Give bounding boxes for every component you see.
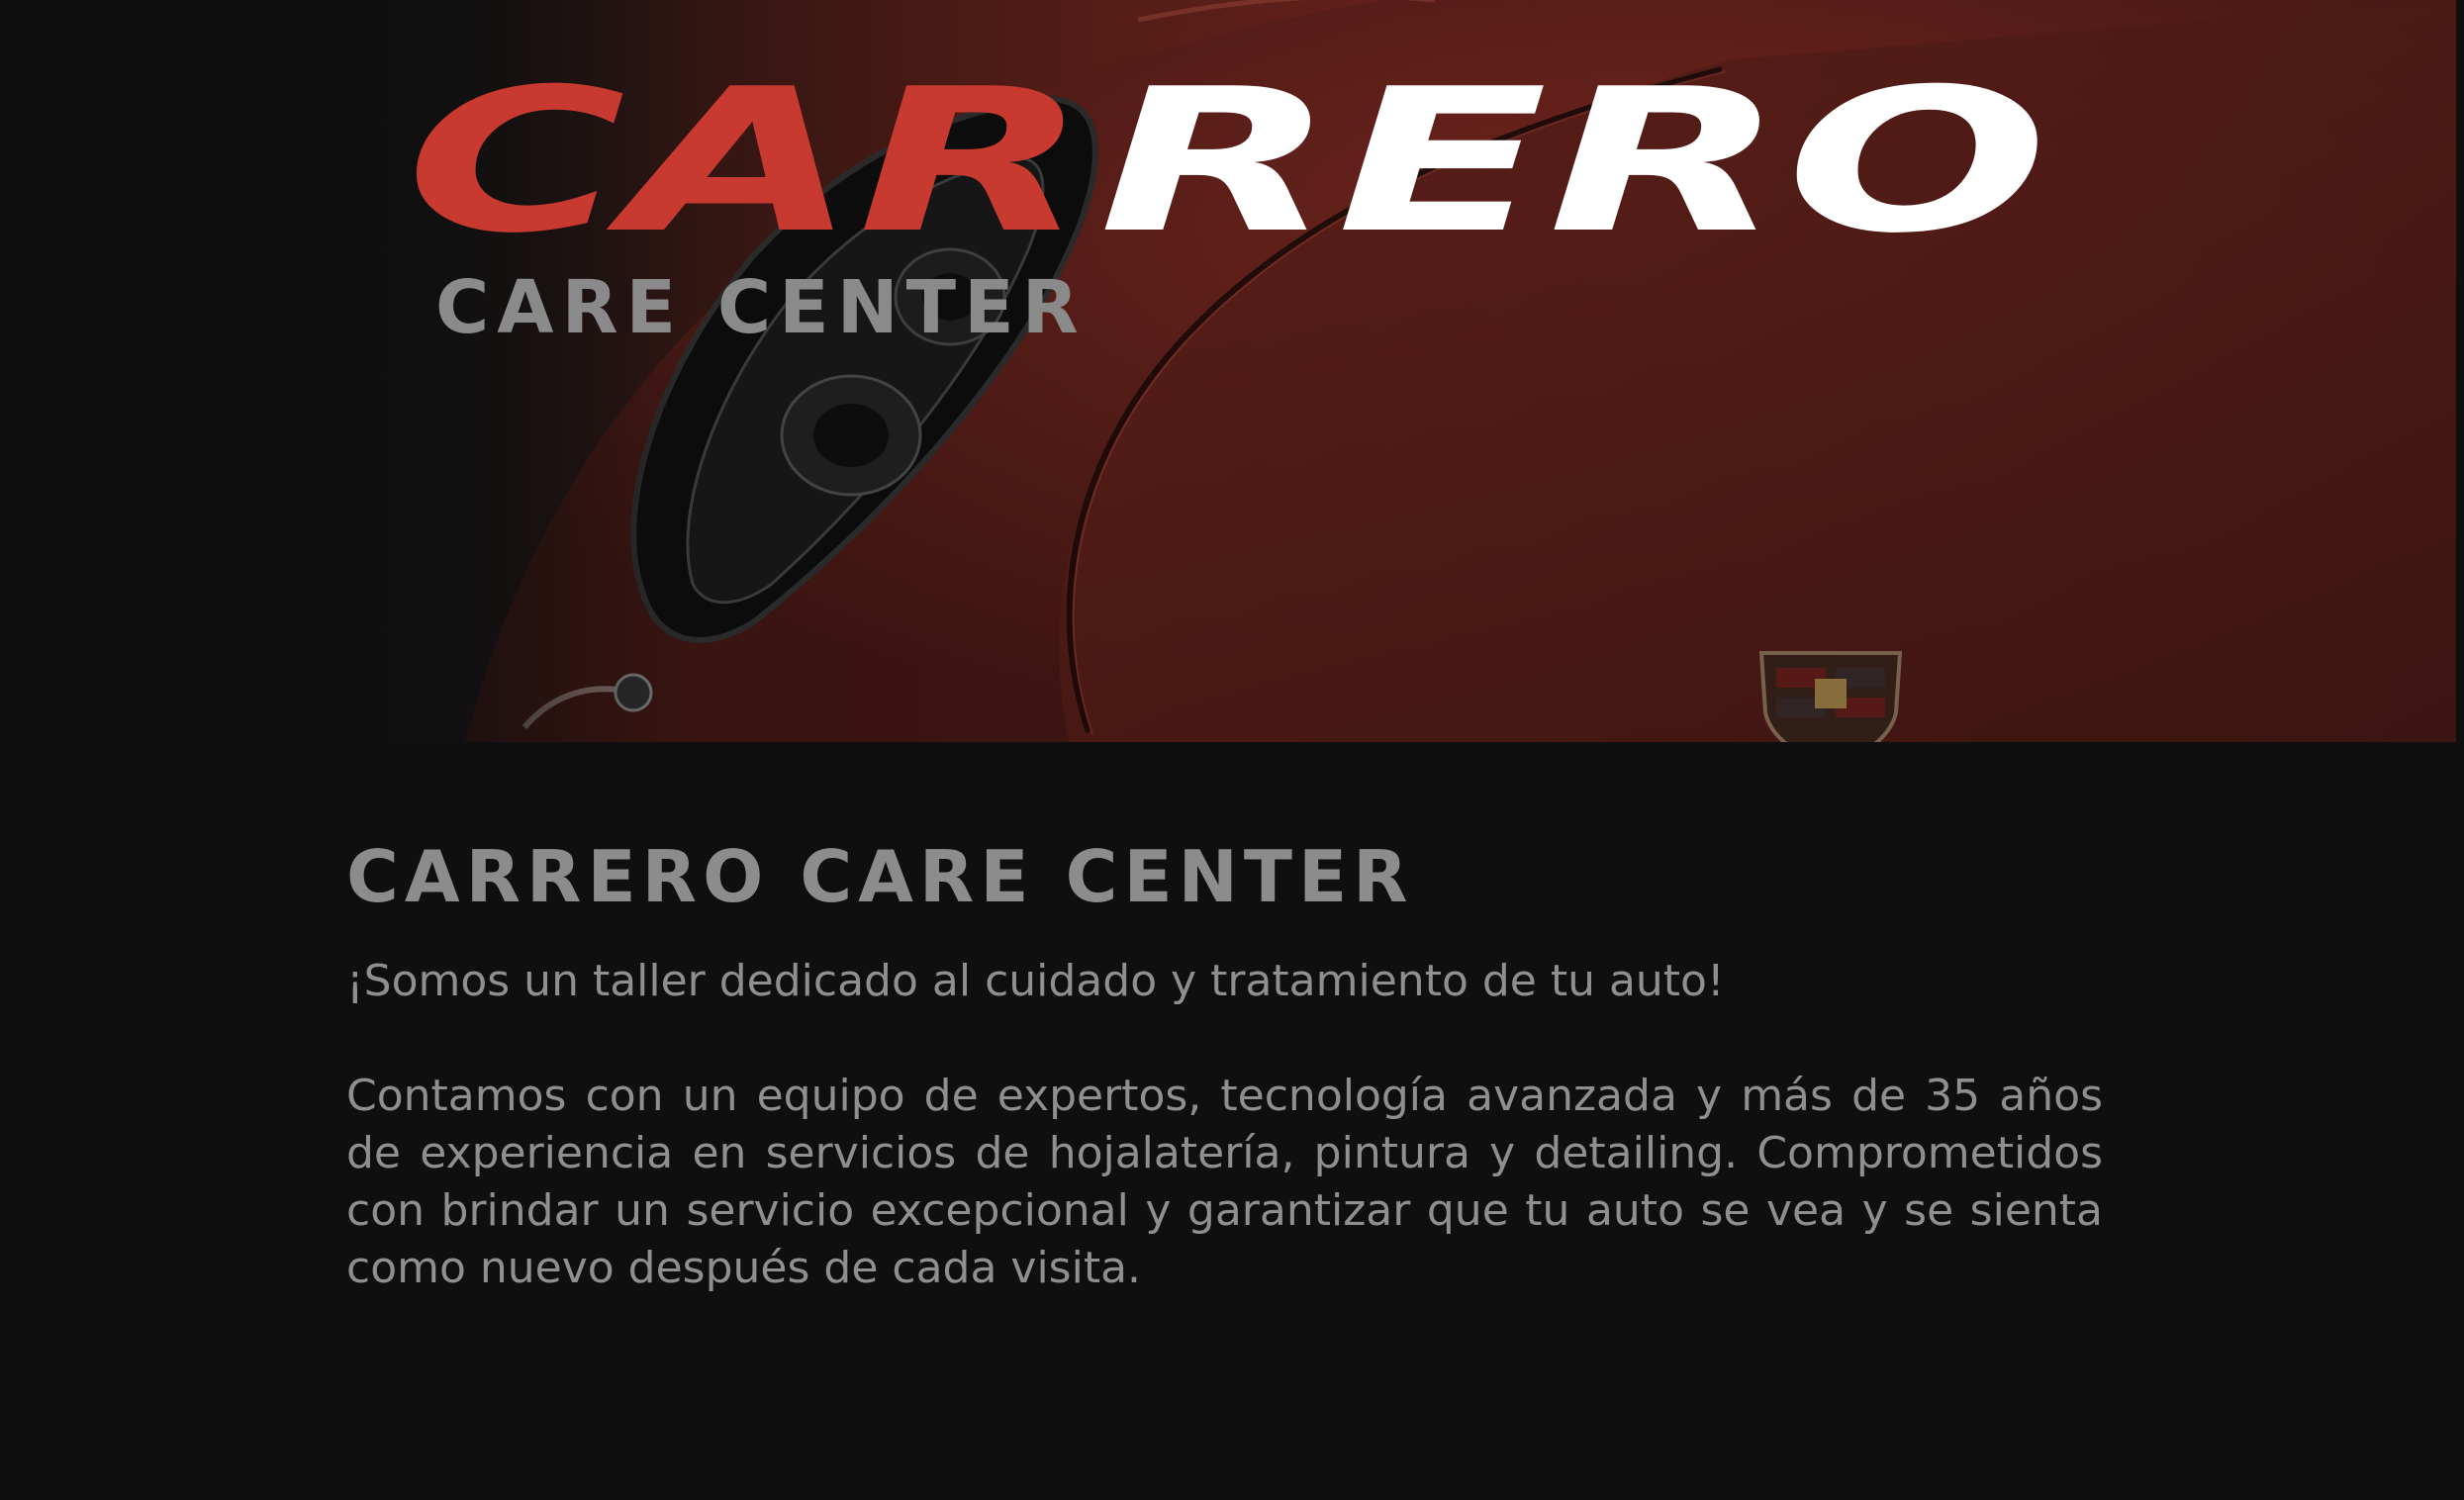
- page: CAR RERO CARE CENTER CARRERO CARE CENTER…: [0, 0, 2464, 1500]
- about-title: CARRERO CARE CENTER: [346, 835, 1414, 918]
- carrero-logo: CAR RERO: [406, 59, 2048, 257]
- logo-rero-text: RERO: [1098, 59, 2048, 257]
- logo-tagline: CARE CENTER: [435, 265, 1087, 350]
- about-intro: ¡Somos un taller dedicado al cuidado y t…: [346, 956, 1725, 1006]
- about-body: Contamos con un equipo de expertos, tecn…: [346, 1070, 2103, 1293]
- hero-banner: CAR RERO CARE CENTER: [0, 0, 2456, 742]
- logo-car-text: CAR: [406, 59, 1089, 257]
- about-section: CARRERO CARE CENTER ¡Somos un taller ded…: [346, 841, 2103, 1297]
